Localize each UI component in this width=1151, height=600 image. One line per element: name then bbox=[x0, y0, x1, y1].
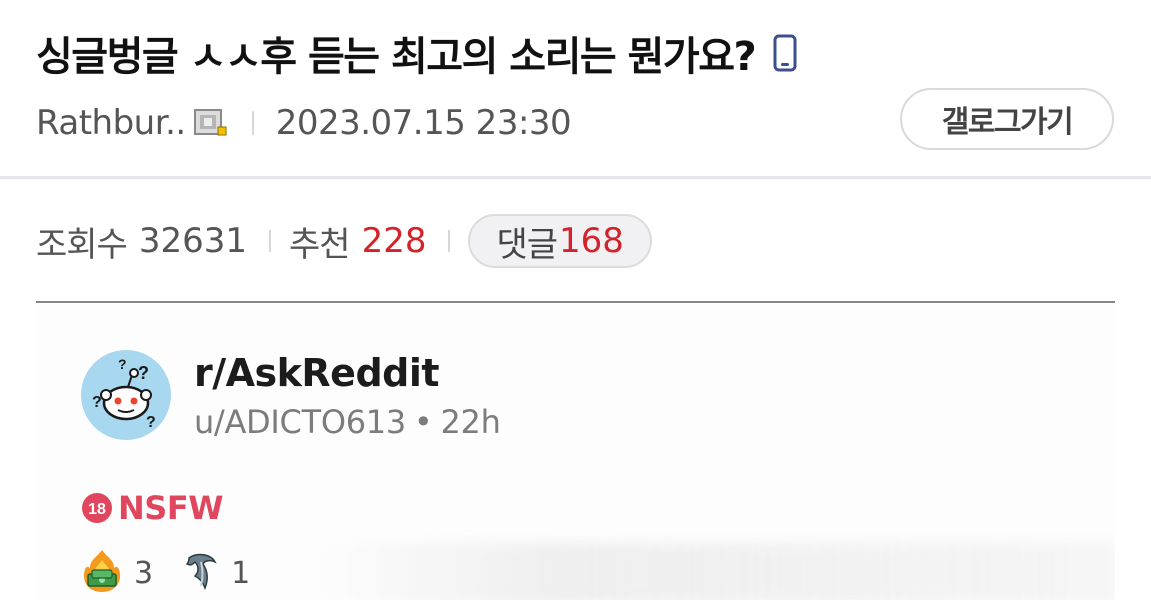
reddit-post-time: 22h bbox=[440, 403, 501, 441]
gallery-log-button[interactable]: 갤로그가기 bbox=[900, 88, 1114, 150]
header-divider bbox=[0, 176, 1151, 179]
post-meta-row: Rathbur.. 2023.07.15 23:30 bbox=[36, 100, 572, 146]
nsfw-label: NSFW bbox=[118, 489, 223, 527]
author-nickname[interactable]: Rathbur.. bbox=[36, 103, 186, 143]
award-count: 3 bbox=[134, 555, 154, 591]
recommend-count: 228 bbox=[361, 221, 427, 261]
nsfw-tag: 18 NSFW bbox=[80, 489, 223, 527]
user-level-icon bbox=[192, 107, 228, 139]
award-count: 1 bbox=[231, 555, 251, 591]
dolphin-award-icon bbox=[181, 548, 221, 598]
awards-row: 3 1 bbox=[80, 548, 278, 598]
money-fire-award-icon bbox=[80, 548, 124, 598]
mobile-phone-icon bbox=[773, 34, 797, 72]
svg-text:18: 18 bbox=[88, 501, 106, 518]
blurred-area bbox=[316, 543, 1115, 600]
post-title: 싱글벙글 ㅅㅅ후 듣는 최고의 소리는 뭔가요? bbox=[36, 34, 757, 80]
embedded-screenshot: ? ? ? ? r/AskReddit u/ADICTO613 • 22h 18… bbox=[36, 303, 1115, 600]
views-label: 조회수 bbox=[36, 224, 128, 265]
meta-separator: • bbox=[413, 403, 433, 441]
comments-count: 168 bbox=[559, 221, 624, 261]
views-count: 32631 bbox=[138, 221, 248, 261]
svg-text:?: ? bbox=[92, 394, 102, 411]
post-page: 싱글벙글 ㅅㅅ후 듣는 최고의 소리는 뭔가요? Rathbur.. 2023.… bbox=[0, 0, 1151, 600]
post-stats-row: 조회수 32631 추천 228 댓글 168 bbox=[36, 214, 652, 268]
reddit-username: u/ADICTO613 bbox=[194, 403, 406, 441]
post-date: 2023.07.15 23:30 bbox=[275, 103, 572, 143]
subreddit-name: r/AskReddit bbox=[194, 351, 440, 395]
recommend-label: 추천 bbox=[289, 224, 351, 265]
svg-text:?: ? bbox=[118, 356, 127, 372]
comments-label: 댓글 bbox=[496, 224, 558, 265]
divider bbox=[448, 230, 451, 252]
askreddit-avatar-icon: ? ? ? ? bbox=[80, 349, 172, 441]
svg-text:?: ? bbox=[146, 414, 156, 431]
reddit-post-meta: u/ADICTO613 • 22h bbox=[194, 403, 501, 441]
divider bbox=[251, 111, 254, 135]
title-row: 싱글벙글 ㅅㅅ후 듣는 최고의 소리는 뭔가요? bbox=[36, 24, 797, 82]
nsfw-18-icon: 18 bbox=[80, 491, 114, 525]
svg-text:?: ? bbox=[138, 363, 149, 383]
divider bbox=[269, 230, 272, 252]
comments-button[interactable]: 댓글 168 bbox=[468, 214, 652, 268]
